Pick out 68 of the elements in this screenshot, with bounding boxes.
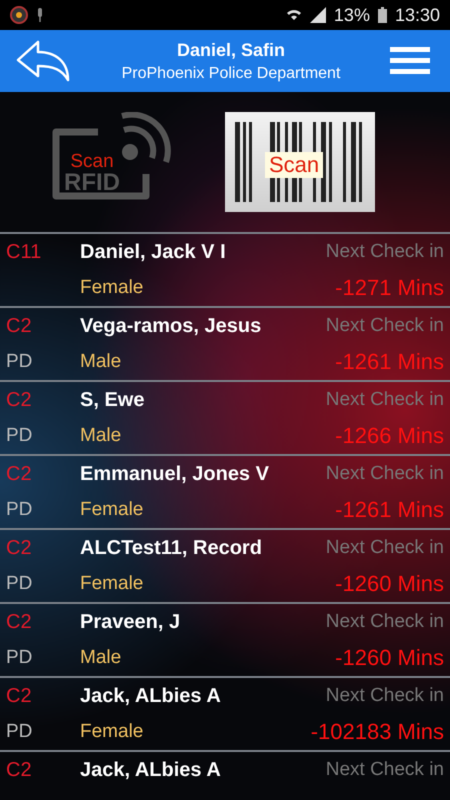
- next-check-time: -102183 Mins: [310, 719, 444, 745]
- app-icon: [10, 6, 28, 24]
- gender: Female: [80, 277, 144, 299]
- patient-name: Vega-ramos, Jesus: [80, 314, 262, 338]
- next-check-label: Next Check in: [326, 611, 444, 633]
- cell-code: C2: [6, 314, 33, 338]
- patient-row[interactable]: C11 Daniel, Jack V I Next Check in Female -1271 Mins: [0, 232, 450, 306]
- patient-row[interactable]: C2 Praveen, J Next Check in PD Male -1260 Mins: [0, 602, 450, 676]
- scan-barcode-button[interactable]: Scan: [225, 112, 375, 212]
- gender: Female: [80, 573, 144, 595]
- agency-code: PD: [6, 351, 34, 373]
- back-icon[interactable]: [16, 40, 72, 82]
- agency-code: PD: [6, 573, 34, 595]
- patient-row[interactable]: C2 Jack, ALbies A Next Check in PD Female -102183 Mins: [0, 676, 450, 750]
- cell-code: C2: [6, 610, 33, 634]
- clock: 13:30: [394, 4, 440, 26]
- agency-code: PD: [6, 721, 34, 743]
- scan-label: Scan: [69, 152, 115, 171]
- next-check-label: Next Check in: [326, 759, 444, 781]
- patient-row[interactable]: C2 Jack, ALbies A Next Check in: [0, 750, 450, 800]
- next-check-label: Next Check in: [326, 241, 444, 263]
- agency-code: PD: [6, 425, 34, 447]
- patient-name: Emmanuel, Jones V: [80, 462, 270, 486]
- cell-code: C2: [6, 758, 33, 782]
- gender: Male: [80, 425, 122, 447]
- patient-name: Jack, ALbies A: [80, 758, 222, 782]
- gender: Female: [80, 499, 144, 521]
- rfid-label: RFID: [64, 171, 120, 195]
- cell-code: C2: [6, 684, 33, 708]
- next-check-label: Next Check in: [326, 537, 444, 559]
- next-check-time: -1271 Mins: [335, 275, 444, 301]
- menu-icon[interactable]: [390, 47, 430, 75]
- scan-rfid-button[interactable]: Scan RFID: [50, 112, 175, 212]
- cell-code: C2: [6, 462, 33, 486]
- next-check-time: -1266 Mins: [335, 423, 444, 449]
- scan-label: Scan: [265, 152, 324, 178]
- gender: Male: [80, 351, 122, 373]
- cell-code: C11: [6, 240, 42, 264]
- next-check-label: Next Check in: [326, 315, 444, 337]
- patient-name: Daniel, Jack V I: [80, 240, 227, 264]
- cell-code: C2: [6, 536, 33, 560]
- patient-row[interactable]: C2 ALCTest11, Record Next Check in PD Female -1260 Mins: [0, 528, 450, 602]
- next-check-time: -1261 Mins: [335, 349, 444, 375]
- patient-name: Jack, ALbies A: [80, 684, 222, 708]
- wifi-icon: [286, 8, 302, 22]
- agency-code: PD: [6, 499, 34, 521]
- patient-name: S, Ewe: [80, 388, 146, 412]
- gender: Male: [80, 647, 122, 669]
- gender: Female: [80, 721, 144, 743]
- patient-row[interactable]: C2 Emmanuel, Jones V Next Check in PD Female -1261 Mins: [0, 454, 450, 528]
- next-check-label: Next Check in: [326, 389, 444, 411]
- next-check-time: -1260 Mins: [335, 645, 444, 671]
- battery-icon: [378, 7, 387, 23]
- agency-code: PD: [6, 647, 34, 669]
- signal-icon: [310, 7, 326, 23]
- cell-code: C2: [6, 388, 33, 412]
- next-check-label: Next Check in: [326, 463, 444, 485]
- patient-row[interactable]: C2 Vega-ramos, Jesus Next Check in PD Male -1261 Mins: [0, 306, 450, 380]
- battery-percent: 13%: [334, 4, 370, 26]
- patient-name: Praveen, J: [80, 610, 182, 634]
- next-check-time: -1261 Mins: [335, 497, 444, 523]
- microphone-icon: [36, 8, 44, 22]
- patient-name: ALCTest11, Record: [80, 536, 263, 560]
- next-check-time: -1260 Mins: [335, 571, 444, 597]
- user-name: Daniel, Safin: [176, 40, 286, 60]
- patient-row[interactable]: C2 S, Ewe Next Check in PD Male -1266 Mins: [0, 380, 450, 454]
- next-check-label: Next Check in: [326, 685, 444, 707]
- department-name: ProPhoenix Police Department: [122, 64, 340, 82]
